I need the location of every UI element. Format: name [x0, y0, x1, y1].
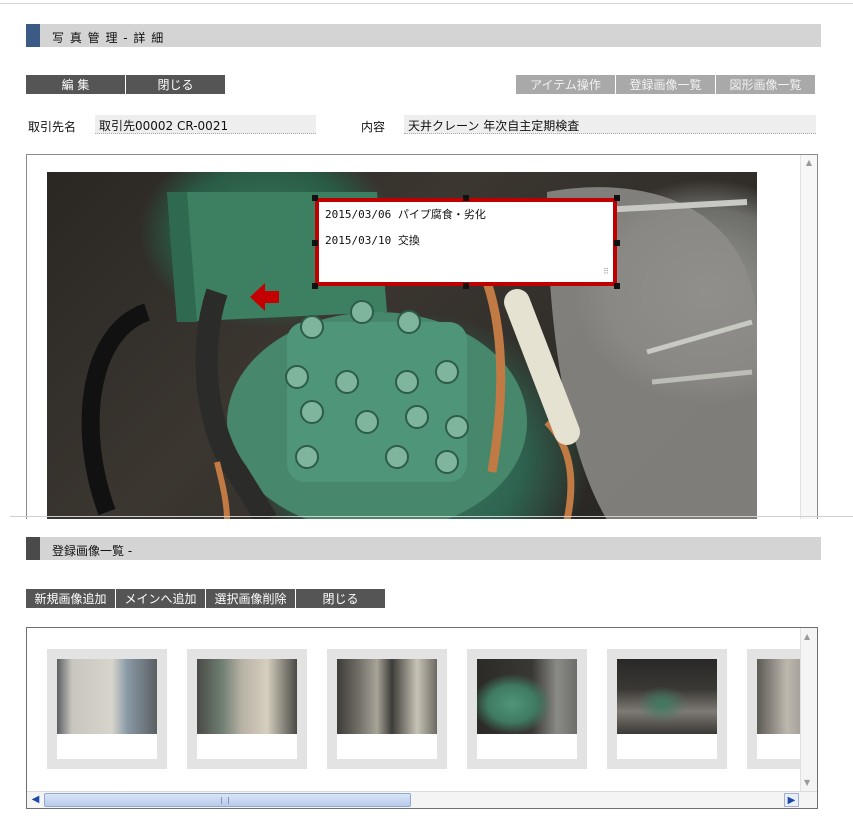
section-title: 登録画像一覧 - [52, 544, 133, 558]
content-label: 内容 [361, 120, 386, 134]
thumbnail-frame [477, 659, 577, 759]
thumbnail-frame [617, 659, 717, 759]
add-new-image-button[interactable]: 新規画像追加 [26, 589, 116, 608]
thumbnail-horizontal-scrollbar[interactable]: ◀ ▶ [27, 791, 817, 808]
registered-images-header: 登録画像一覧 - [26, 537, 821, 560]
resize-handle-top-center[interactable] [463, 195, 469, 201]
thumbnail-list[interactable]: ▲ ▼ ◀ ▶ [26, 627, 818, 809]
memo-line-2: 2015/03/10 交換 [325, 234, 420, 247]
header-accent-bar [26, 24, 40, 47]
shape-images-button[interactable]: 図形画像一覧 [716, 75, 816, 94]
scroll-up-icon[interactable]: ▲ [804, 632, 810, 641]
thumbnail-card[interactable] [327, 649, 447, 769]
thumbnail-card[interactable] [187, 649, 307, 769]
registered-images-button[interactable]: 登録画像一覧 [616, 75, 716, 94]
scroll-right-icon[interactable]: ▶ [784, 793, 799, 807]
thumbnail-image[interactable] [337, 659, 437, 734]
resize-handle-bottom-center[interactable] [463, 283, 469, 289]
resize-handle-bottom-left[interactable] [312, 283, 318, 289]
resize-handle-bottom-right[interactable] [614, 283, 620, 289]
resize-handle-top-left[interactable] [312, 195, 318, 201]
content-value: 天井クレーン 年次自主定期検査 [404, 115, 816, 134]
photo-detail-header: 写 真 管 理 - 詳 細 [26, 24, 821, 47]
scrollbar-thumb[interactable] [44, 793, 411, 807]
photo-vertical-scrollbar[interactable]: ▲ [800, 155, 817, 519]
close-button[interactable]: 閉じる [126, 75, 226, 94]
resize-handle-middle-right[interactable] [614, 240, 620, 246]
resize-grip-icon[interactable]: ⠿ [603, 265, 609, 279]
thumbnail-frame [337, 659, 437, 759]
add-to-main-button[interactable]: メインへ追加 [116, 589, 206, 608]
delete-selected-button[interactable]: 選択画像削除 [206, 589, 296, 608]
edit-button[interactable]: 編 集 [26, 75, 126, 94]
panel-divider [10, 516, 853, 517]
client-label: 取引先名 [28, 120, 77, 134]
resize-handle-middle-left[interactable] [312, 240, 318, 246]
thumbnail-card[interactable] [47, 649, 167, 769]
resize-handle-top-right[interactable] [614, 195, 620, 201]
thumbnail-image[interactable] [477, 659, 577, 734]
memo-annotation[interactable]: 2015/03/06 パイプ腐食・劣化 2015/03/10 交換 ⠿ [315, 198, 617, 286]
thumbnail-image[interactable] [617, 659, 717, 734]
client-value: 取引先00002 CR-0021 [95, 115, 316, 134]
scroll-left-icon[interactable]: ◀ [28, 793, 43, 807]
thumbnail-image[interactable] [57, 659, 157, 734]
item-operation-button[interactable]: アイテム操作 [516, 75, 616, 94]
header-accent-bar [26, 537, 40, 560]
thumbnail-image[interactable] [197, 659, 297, 734]
thumbnail-frame [197, 659, 297, 759]
scroll-down-icon[interactable]: ▼ [804, 778, 810, 787]
memo-line-1: 2015/03/06 パイプ腐食・劣化 [325, 208, 486, 221]
grip-icon [221, 797, 229, 804]
scroll-up-icon[interactable]: ▲ [803, 157, 815, 169]
top-rule [0, 3, 853, 4]
thumbnail-card[interactable] [467, 649, 587, 769]
close-list-button[interactable]: 閉じる [296, 589, 386, 608]
page-title: 写 真 管 理 - 詳 細 [52, 31, 165, 45]
thumbnail-vertical-scrollbar[interactable]: ▲ ▼ [800, 628, 817, 791]
thumbnail-frame [57, 659, 157, 759]
thumbnail-card[interactable] [607, 649, 727, 769]
